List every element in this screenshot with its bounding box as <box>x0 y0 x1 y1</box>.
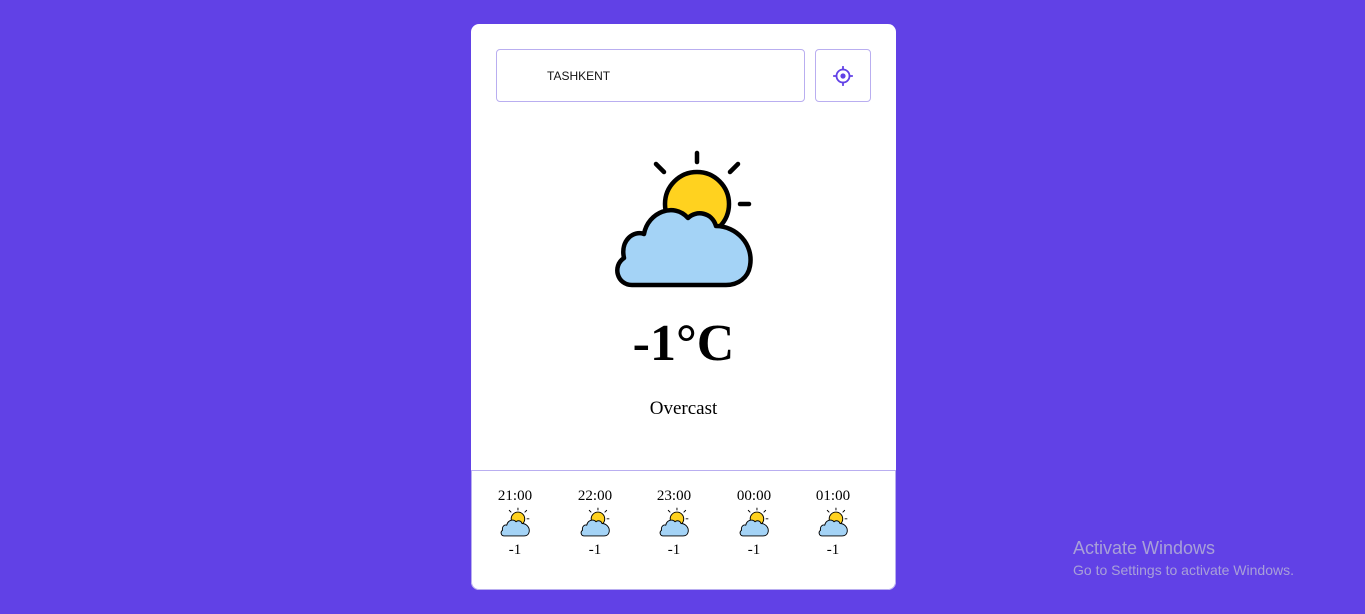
weather-condition: Overcast <box>649 398 718 419</box>
forecast-temp: -1 <box>747 542 761 558</box>
forecast-time: 00:00 <box>736 488 772 504</box>
forecast-item: 23:00 -1 <box>644 487 704 559</box>
hourly-forecast: 21:00 -1 22:00 -1 23:00 -1 00:00 -1 01:0… <box>471 470 896 590</box>
forecast-time: 21:00 <box>497 488 533 504</box>
partly-cloudy-icon <box>659 507 689 537</box>
watermark-title: Activate Windows <box>1073 538 1216 558</box>
forecast-item: 01:00 -1 <box>803 487 863 559</box>
current-location-button[interactable] <box>815 49 871 102</box>
partly-cloudy-icon <box>818 507 848 537</box>
watermark-subtitle: Go to Settings to activate Windows. <box>1073 562 1294 578</box>
partly-cloudy-icon <box>612 148 754 290</box>
forecast-time: 01:00 <box>815 488 851 504</box>
forecast-temp: -1 <box>667 542 681 558</box>
partly-cloudy-icon <box>739 507 769 537</box>
forecast-temp: -1 <box>508 542 522 558</box>
weather-card: -1°C Overcast 21:00 -1 22:00 -1 23:00 -1… <box>471 24 896 590</box>
city-search-input[interactable] <box>547 68 787 83</box>
crosshair-icon <box>833 65 853 86</box>
forecast-item: 21:00 -1 <box>485 487 545 559</box>
forecast-time: 22:00 <box>577 488 613 504</box>
forecast-temp: -1 <box>826 542 840 558</box>
forecast-item: 22:00 -1 <box>565 487 625 559</box>
windows-activation-watermark: Activate Windows Go to Settings to activ… <box>1073 537 1294 580</box>
partly-cloudy-icon <box>500 507 530 537</box>
current-temperature: -1°C <box>632 315 735 372</box>
forecast-temp: -1 <box>588 542 602 558</box>
forecast-time: 23:00 <box>656 488 692 504</box>
partly-cloudy-icon <box>580 507 610 537</box>
forecast-item: 00:00 -1 <box>724 487 784 559</box>
city-search-field[interactable] <box>496 49 805 102</box>
